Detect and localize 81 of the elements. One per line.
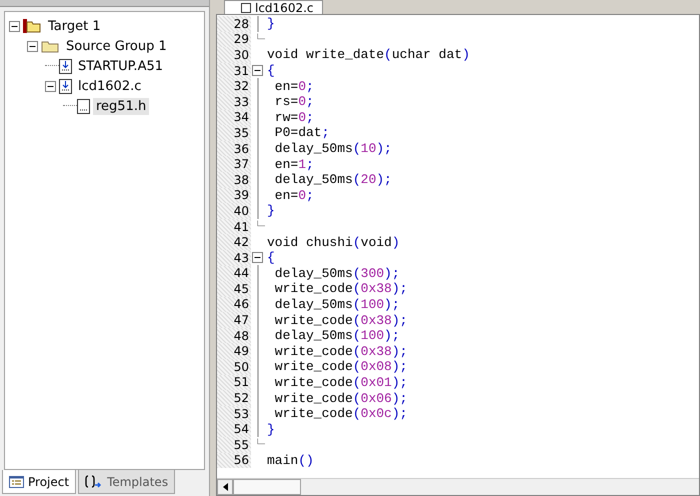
code-line: P0=dat;	[274, 125, 330, 140]
panel-tab[interactable]: Project	[2, 470, 76, 494]
line-number: 44	[234, 266, 250, 280]
horizontal-scrollbar[interactable]	[217, 478, 699, 495]
code-line: {	[266, 250, 275, 266]
code-line: write_code(0x38);	[274, 344, 408, 359]
line-number: 32	[234, 79, 250, 94]
code-line: }	[266, 16, 275, 32]
line-number: 54	[234, 422, 250, 436]
code-line: en=0;	[274, 78, 314, 94]
line-number: 45	[234, 282, 250, 296]
file-icon	[59, 58, 72, 74]
line-number: 41	[234, 220, 250, 234]
code-line: main()	[266, 452, 314, 468]
code-line: rs=0;	[274, 94, 314, 110]
code-line: delay_50ms(300);	[274, 266, 400, 281]
code-line: write_code(0x01);	[274, 374, 408, 390]
folder-icon	[41, 40, 59, 52]
line-number: 38	[234, 172, 250, 187]
tree-item[interactable]: lcd1602.c	[75, 78, 144, 94]
line-number: 35	[234, 126, 250, 140]
line-number: 52	[234, 391, 250, 406]
line-number: 36	[234, 142, 250, 156]
code-line: delay_50ms(100);	[274, 296, 400, 312]
target-folder-icon	[23, 19, 41, 33]
line-number: 55	[234, 438, 250, 452]
line-number: 31	[234, 64, 250, 78]
scroll-thumb[interactable]	[233, 479, 301, 495]
braces-arrow-icon	[85, 475, 104, 488]
code-line: en=1;	[274, 156, 314, 172]
code-line: write_code(0x06);	[274, 390, 408, 406]
line-number: 40	[234, 204, 250, 218]
collapse-toggle[interactable]	[27, 40, 38, 52]
collapse-toggle[interactable]	[252, 65, 263, 76]
code-line: {	[266, 63, 275, 78]
panel-tab[interactable]: Templates	[78, 470, 176, 494]
code-line: delay_50ms(10);	[274, 141, 392, 156]
line-number: 34	[234, 110, 250, 124]
line-number: 37	[234, 157, 250, 172]
file-icon	[77, 98, 90, 114]
collapse-toggle[interactable]	[252, 252, 263, 264]
line-number: 33	[234, 94, 250, 109]
line-number: 28	[234, 16, 250, 31]
collapse-toggle[interactable]	[9, 20, 20, 32]
code-line: delay_50ms(100);	[274, 328, 400, 344]
code-line: write_code(0x0c);	[274, 406, 408, 422]
line-number: 47	[234, 313, 250, 328]
line-number: 46	[234, 297, 250, 312]
line-number: 29	[234, 32, 250, 46]
fold-end-line	[257, 32, 265, 41]
tree-item[interactable]: Source Group 1	[63, 38, 170, 54]
code-line: }	[266, 422, 275, 437]
code-line: rw=0;	[274, 110, 314, 125]
list-window-icon	[9, 476, 24, 488]
fold-end-line	[257, 437, 265, 446]
file-tab[interactable]: lcd1602.c	[224, 0, 322, 14]
line-number: 43	[234, 250, 250, 265]
code-line: }	[266, 203, 275, 218]
code-line: en=0;	[274, 188, 314, 203]
line-number: 50	[234, 360, 250, 374]
collapse-toggle[interactable]	[45, 80, 56, 92]
line-number: 51	[234, 375, 250, 390]
code-line: write_code(0x38);	[274, 312, 408, 328]
fold-end-line	[257, 218, 265, 228]
file-icon	[59, 78, 72, 94]
code-line: delay_50ms(20);	[274, 172, 392, 188]
code-line: void chushi(void)	[266, 234, 400, 250]
line-number: 49	[234, 344, 250, 358]
line-number: 42	[234, 235, 250, 250]
tree-item[interactable]: STARTUP.A51	[75, 58, 166, 74]
line-number: 48	[234, 328, 250, 343]
line-number: 30	[234, 48, 250, 62]
code-line: write_code(0x08);	[274, 359, 408, 374]
line-number: 56	[234, 453, 250, 468]
tree-item[interactable]: Target 1	[45, 18, 104, 34]
tree-item[interactable]: reg51.h	[93, 98, 150, 114]
line-number: 39	[234, 188, 250, 202]
line-number: 53	[234, 406, 250, 421]
left-arrow-icon[interactable]	[222, 483, 228, 491]
code-line: void write_date(uchar dat)	[266, 47, 470, 62]
code-line: write_code(0x38);	[274, 281, 408, 296]
